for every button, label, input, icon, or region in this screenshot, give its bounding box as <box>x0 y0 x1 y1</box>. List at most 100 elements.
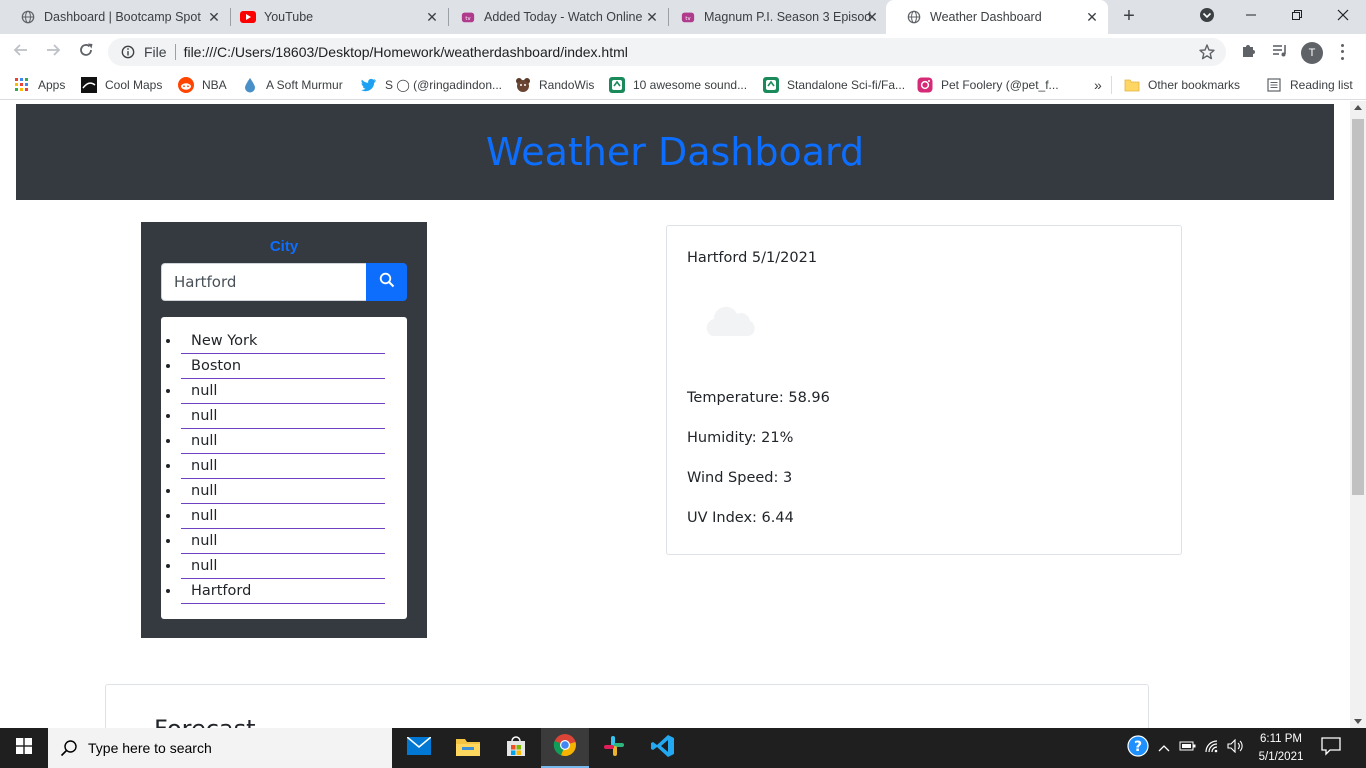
back-button[interactable] <box>8 40 34 64</box>
mail-icon <box>406 735 432 760</box>
youtube-icon <box>240 9 256 25</box>
network-tray-button[interactable] <box>1203 728 1223 768</box>
taskbar-mail[interactable] <box>395 728 443 768</box>
store-bag-icon <box>505 735 527 762</box>
forecast-card: Forecast <box>105 684 1149 728</box>
bookmark-label: Apps <box>38 78 66 92</box>
twitter-icon <box>361 77 377 93</box>
taskbar-slack[interactable] <box>590 728 638 768</box>
bookmark-scifi[interactable]: Standalone Sci-fi/Fa... <box>763 76 905 94</box>
history-item[interactable]: null <box>181 379 385 404</box>
taskbar-file-explorer[interactable] <box>444 728 492 768</box>
tab-youtube[interactable]: YouTube ✕ <box>220 0 448 34</box>
profile-avatar[interactable]: T <box>1301 42 1323 64</box>
bookmark-randowis[interactable]: RandoWis <box>515 76 594 94</box>
bookmark-twitter[interactable]: S ◯ (@ringadindon... <box>361 76 502 94</box>
bookmark-label: Standalone Sci-fi/Fa... <box>787 78 906 92</box>
forecast-title: Forecast <box>154 715 256 728</box>
scrollbar-thumb[interactable] <box>1352 119 1364 495</box>
history-item[interactable]: New York <box>181 329 385 354</box>
minimize-button[interactable] <box>1228 0 1274 34</box>
taskbar-vscode[interactable] <box>639 728 687 768</box>
tab-title: Magnum P.I. Season 3 Episod <box>704 10 872 24</box>
history-item[interactable]: null <box>181 404 385 429</box>
bookmark-other[interactable]: Other bookmarks <box>1124 76 1240 94</box>
volume-tray-button[interactable] <box>1226 728 1246 768</box>
bookmark-soft-murmur[interactable]: A Soft Murmur <box>242 76 343 94</box>
search-button[interactable] <box>366 263 407 301</box>
bookmark-label: Other bookmarks <box>1148 78 1241 92</box>
restore-icon <box>1291 8 1303 26</box>
bookmark-label: RandoWis <box>539 78 595 92</box>
bookmarks-overflow-button[interactable]: » <box>1094 76 1102 94</box>
search-history-list: New York Boston null null null null null… <box>161 317 407 619</box>
history-item[interactable]: Boston <box>181 354 385 379</box>
star-icon[interactable] <box>1198 43 1216 61</box>
scroll-up-icon[interactable] <box>1354 105 1362 110</box>
tab-search-button[interactable] <box>1184 0 1230 34</box>
city-search-input[interactable]: Hartford <box>161 263 366 301</box>
page-scrollbar[interactable] <box>1350 101 1366 728</box>
taskbar-search-box[interactable]: Type here to search <box>48 728 392 768</box>
temperature-text: Temperature: 58.96 <box>687 390 830 406</box>
extensions-button[interactable] <box>1238 42 1258 62</box>
humidity-text: Humidity: 21% <box>687 430 794 446</box>
start-button[interactable] <box>0 728 48 768</box>
close-window-button[interactable] <box>1320 0 1366 34</box>
city-search-panel: City Hartford New York Boston null null … <box>141 222 427 638</box>
windows-taskbar: Type here to search ? 6:11 PM 5/1/2021 <box>0 728 1366 768</box>
scheme-label: File <box>144 44 167 60</box>
history-item[interactable]: null <box>181 554 385 579</box>
history-item[interactable]: null <box>181 429 385 454</box>
history-item[interactable]: null <box>181 504 385 529</box>
help-tray-button[interactable]: ? <box>1125 728 1151 768</box>
bookmark-pet-foolery[interactable]: Pet Foolery (@pet_f... <box>917 76 1059 94</box>
help-icon: ? <box>1127 734 1149 762</box>
close-icon[interactable]: ✕ <box>1084 9 1100 25</box>
tab-bootcamp[interactable]: Dashboard | Bootcamp Spot ✕ <box>0 0 230 34</box>
bookmark-nba[interactable]: NBA <box>178 76 227 94</box>
bookmark-apps[interactable]: Apps <box>14 76 65 94</box>
bookmark-cool-maps[interactable]: Cool Maps <box>81 76 162 94</box>
history-item[interactable]: null <box>181 529 385 554</box>
tab-added-today[interactable]: tv Added Today - Watch Online ✕ <box>440 0 668 34</box>
arrow-left-icon <box>13 42 29 63</box>
new-tab-button[interactable]: + <box>1116 5 1142 29</box>
instagram-icon <box>917 77 933 93</box>
taskbar-store[interactable] <box>492 728 540 768</box>
globe-icon <box>20 9 36 25</box>
history-item[interactable]: null <box>181 479 385 504</box>
show-hidden-icons-button[interactable] <box>1155 728 1173 768</box>
tab-weather-dashboard[interactable]: Weather Dashboard ✕ <box>886 0 1108 34</box>
action-center-button[interactable] <box>1320 736 1346 760</box>
close-icon[interactable]: ✕ <box>424 9 440 25</box>
close-icon[interactable]: ✕ <box>864 9 880 25</box>
reload-button[interactable] <box>73 40 99 64</box>
svg-text:tv: tv <box>465 16 470 22</box>
address-bar[interactable]: File file:///C:/Users/18603/Desktop/Home… <box>108 38 1226 66</box>
restore-button[interactable] <box>1274 0 1320 34</box>
scroll-down-icon[interactable] <box>1354 719 1362 724</box>
media-control-button[interactable] <box>1270 42 1290 62</box>
battery-icon <box>1179 739 1197 757</box>
tab-magnum[interactable]: tv Magnum P.I. Season 3 Episod ✕ <box>660 0 888 34</box>
folder-icon <box>456 736 480 761</box>
clock-time: 6:11 PM <box>1260 733 1302 745</box>
browser-menu-button[interactable] <box>1336 42 1348 62</box>
history-item[interactable]: null <box>181 454 385 479</box>
folder-icon <box>1124 77 1140 93</box>
battery-tray-button[interactable] <box>1178 728 1198 768</box>
history-item[interactable]: Hartford <box>181 579 385 604</box>
bookmark-awesome-sound[interactable]: 10 awesome sound... <box>609 76 747 94</box>
forward-button[interactable] <box>40 40 66 64</box>
close-icon[interactable]: ✕ <box>644 9 660 25</box>
taskbar-chrome[interactable] <box>541 728 589 768</box>
windows-logo-icon <box>16 737 32 759</box>
bookmark-site-icon <box>763 77 779 93</box>
taskbar-clock[interactable]: 6:11 PM 5/1/2021 <box>1246 730 1316 766</box>
reading-list-button[interactable]: Reading list <box>1266 76 1353 94</box>
taskbar-search-placeholder: Type here to search <box>88 740 212 756</box>
tab-title: Added Today - Watch Online <box>484 10 643 24</box>
info-icon[interactable] <box>120 44 136 60</box>
search-icon <box>60 739 78 757</box>
